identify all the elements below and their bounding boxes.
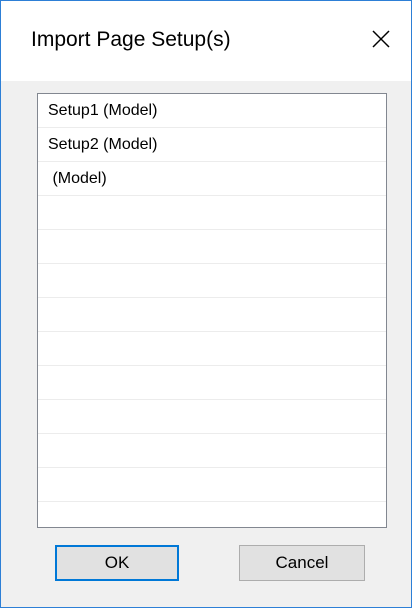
close-icon [372, 29, 390, 53]
list-item [38, 298, 386, 332]
list-item [38, 332, 386, 366]
list-item [38, 502, 386, 527]
import-page-setup-dialog: Import Page Setup(s) Setup1 (Model) Setu… [0, 0, 412, 608]
close-button[interactable] [351, 11, 411, 71]
list-item [38, 264, 386, 298]
list-item-label: (Model) [48, 169, 107, 187]
cancel-button[interactable]: Cancel [239, 545, 365, 581]
list-item-label: Setup1 (Model) [48, 101, 158, 119]
list-item [38, 230, 386, 264]
list-item [38, 366, 386, 400]
list-item[interactable]: (Model) [38, 162, 386, 196]
list-item[interactable]: Setup2 (Model) [38, 128, 386, 162]
list-item [38, 468, 386, 502]
list-item [38, 196, 386, 230]
ok-button[interactable]: OK [55, 545, 179, 581]
list-item [38, 400, 386, 434]
page-setup-list[interactable]: Setup1 (Model) Setup2 (Model) (Model) [37, 93, 387, 528]
list-item-label: Setup2 (Model) [48, 135, 158, 153]
list-item [38, 434, 386, 468]
dialog-title: Import Page Setup(s) [31, 28, 231, 51]
title-bar: Import Page Setup(s) [1, 1, 411, 81]
list-item[interactable]: Setup1 (Model) [38, 94, 386, 128]
